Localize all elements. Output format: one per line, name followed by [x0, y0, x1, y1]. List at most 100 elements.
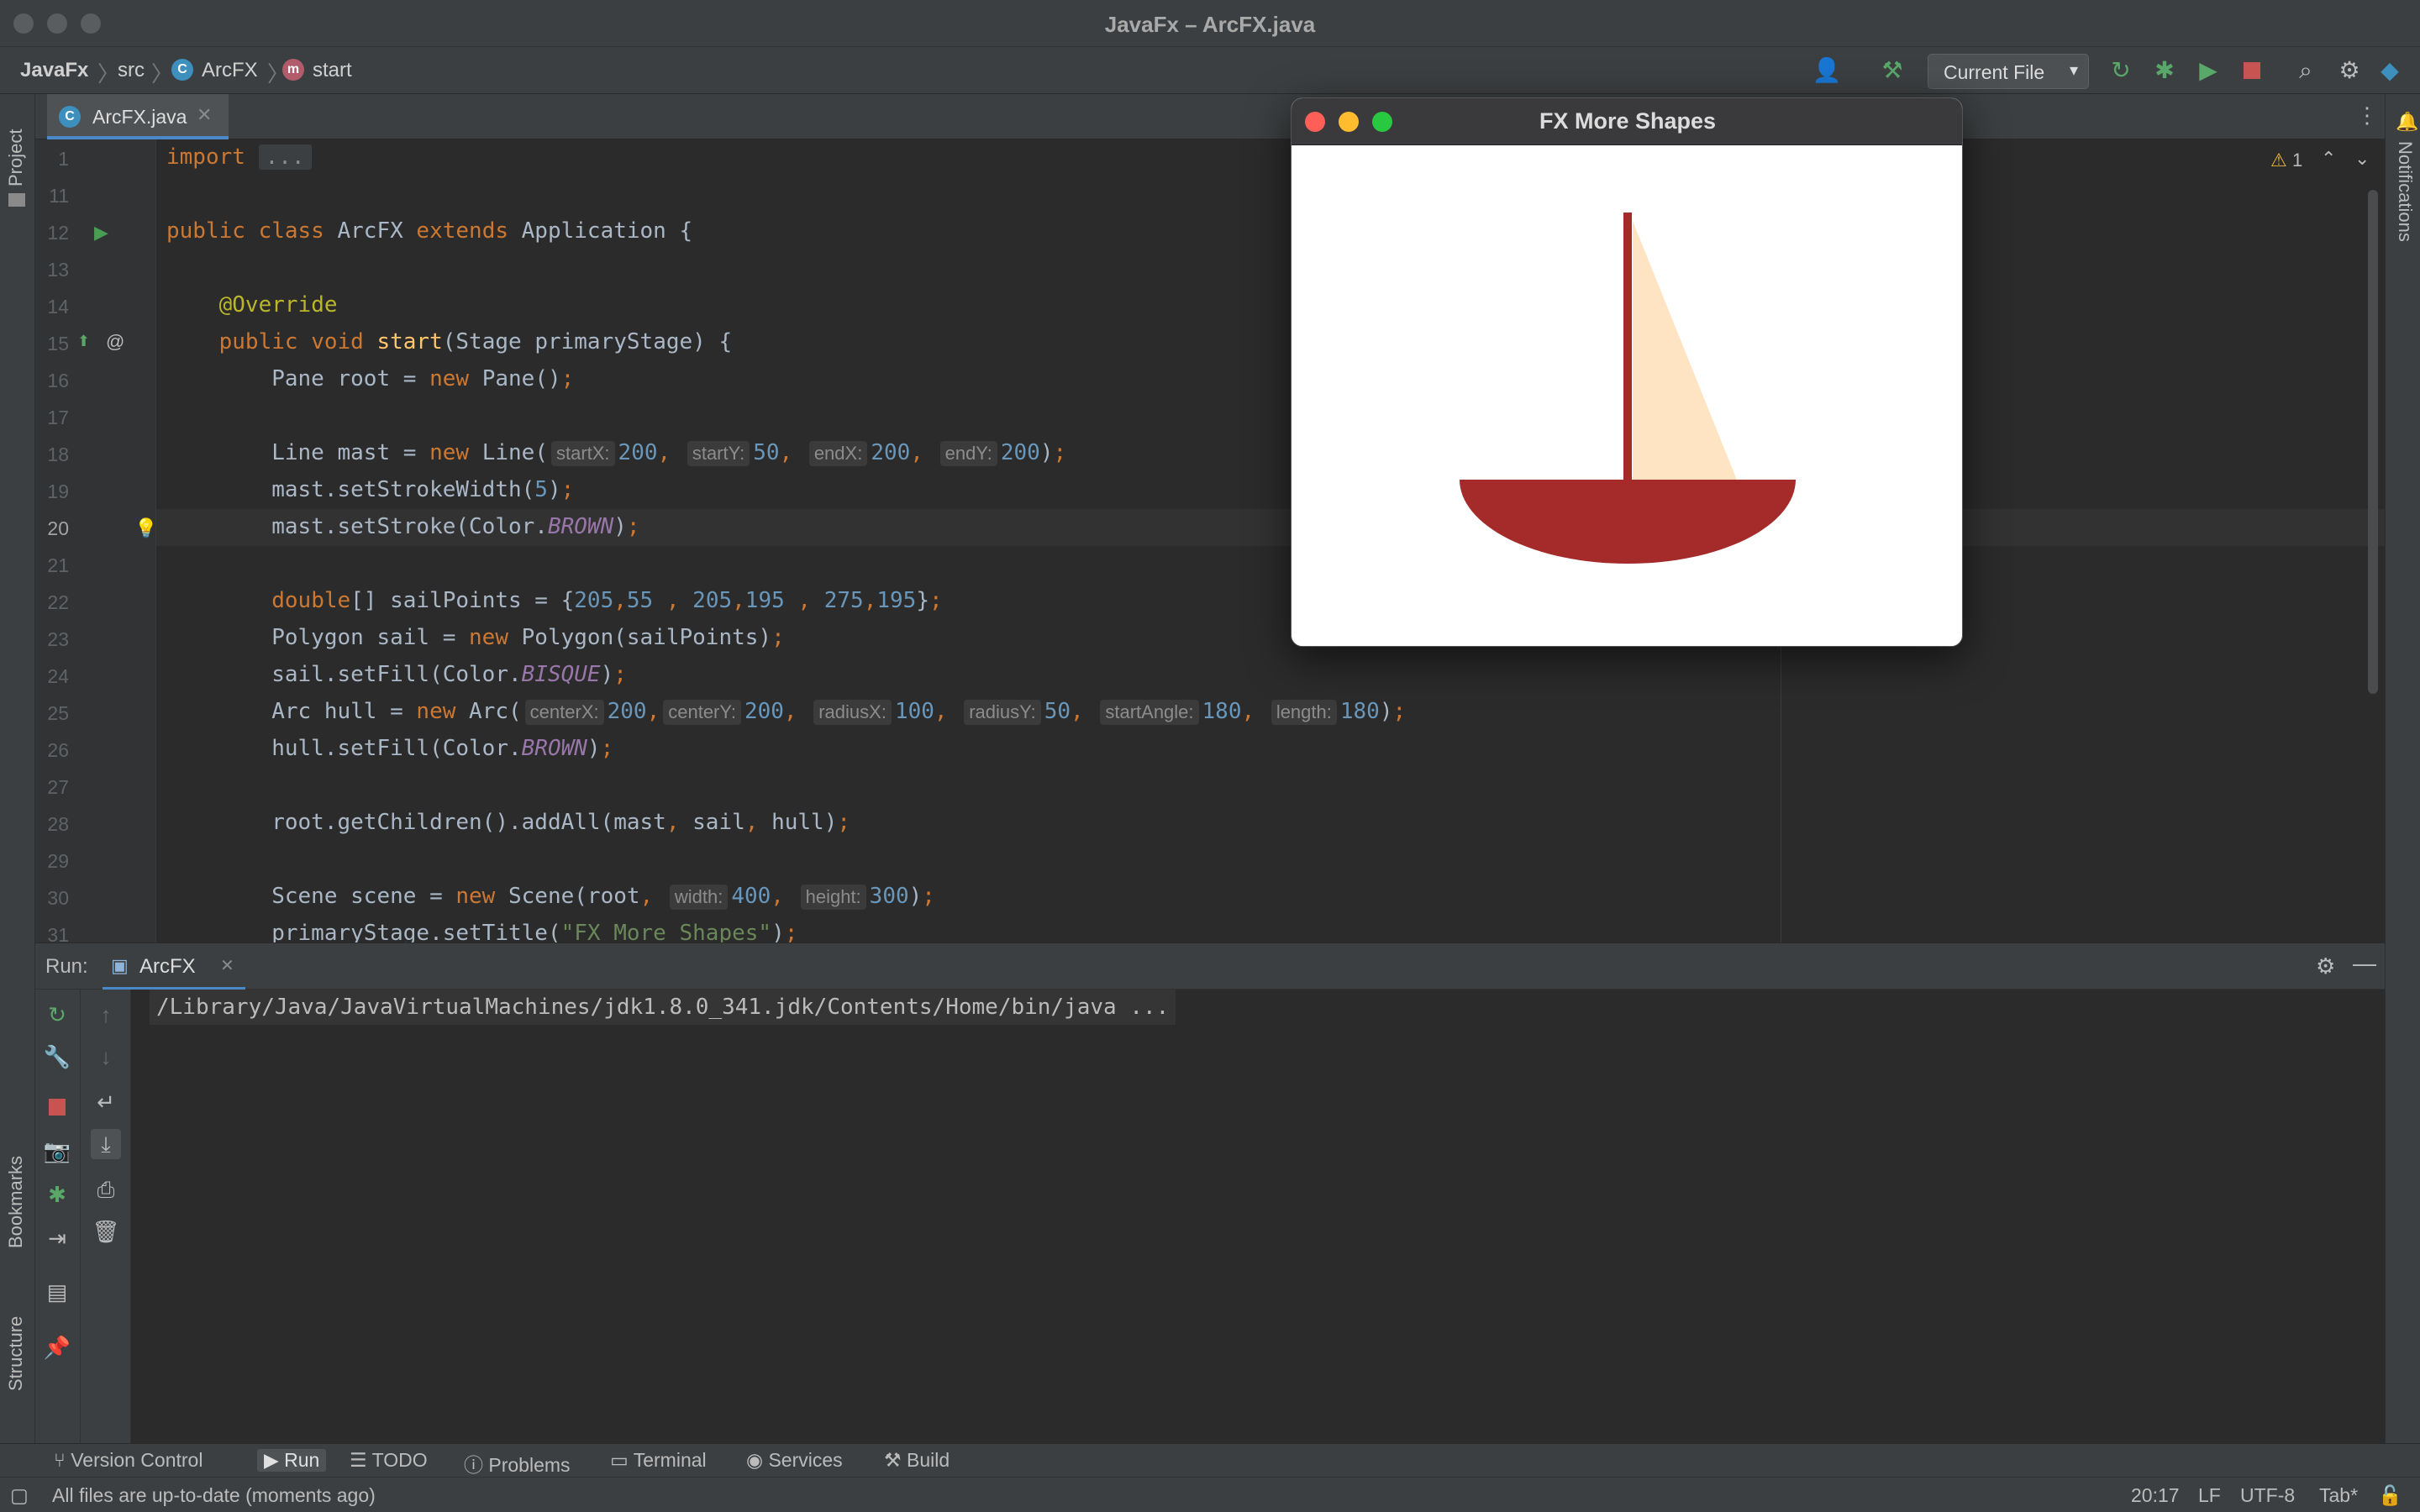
fx-app-window[interactable]: FX More Shapes — [1291, 97, 1963, 647]
line-number: 23 — [47, 628, 69, 650]
panel-toggle-icon[interactable]: ▢ — [10, 1484, 29, 1507]
warning-count[interactable]: 1 — [2292, 150, 2302, 171]
param-hint: startAngle: — [1100, 700, 1199, 725]
minimize-panel-icon[interactable]: — — [2353, 950, 2376, 977]
line-number: 14 — [47, 296, 69, 318]
editor-scrollbar[interactable] — [2368, 190, 2378, 694]
line-number: 30 — [47, 887, 69, 909]
warning-icon[interactable]: ⚠ — [2270, 150, 2287, 171]
line-number: 29 — [47, 850, 69, 872]
next-highlight-icon[interactable]: ⌄ — [2354, 148, 2370, 170]
folder-icon — [8, 193, 25, 207]
rerun-icon[interactable]: ↻ — [42, 1000, 72, 1030]
chevron-down-icon: ▾ — [2069, 61, 2078, 80]
gear-icon[interactable]: ⚙ — [2316, 953, 2335, 979]
terminal-tool-button[interactable]: ▭ Terminal — [610, 1449, 707, 1472]
stop-icon[interactable] — [42, 1092, 72, 1122]
param-hint: startY: — [687, 441, 750, 466]
trash-icon[interactable]: 🗑 — [91, 1216, 121, 1247]
bell-icon[interactable]: 🔔 — [2396, 111, 2418, 133]
run-configuration-label: Current File — [1944, 61, 2045, 83]
override-gutter-icon[interactable]: ⬆ — [77, 333, 90, 350]
run-tab-label: ArcFX — [139, 955, 196, 978]
fx-window-title-bar[interactable]: FX More Shapes — [1292, 98, 1962, 145]
more-options-icon[interactable]: ⋮ — [2356, 102, 2378, 129]
user-icon[interactable]: 👤 — [1812, 55, 1842, 86]
run-panel-body: ↻ 🔧 📷 ✱ ⇥ ▤ 📌 ↑ ↓ ↵ ⤓ ⎙ 🗑 /Library/Java/… — [35, 990, 2385, 1443]
breadcrumb-class[interactable]: ArcFX — [202, 59, 258, 82]
param-hint: radiusX: — [813, 700, 892, 725]
run-tab-arcfx[interactable]: ▣ ArcFX ✕ — [103, 943, 245, 990]
close-tab-icon[interactable]: ✕ — [220, 955, 234, 976]
line-number: 19 — [47, 480, 69, 502]
param-hint: endX: — [808, 441, 868, 466]
todo-tool-button[interactable]: ☰ TODO — [350, 1449, 428, 1472]
run-panel-label: Run: — [45, 955, 88, 978]
previous-highlight-icon[interactable]: ⌃ — [2321, 148, 2336, 170]
indent-setting[interactable]: Tab* — [2319, 1484, 2358, 1507]
services-tool-button[interactable]: ◉ Services — [746, 1449, 843, 1472]
build-hammer-icon[interactable]: ⚒ — [1877, 55, 1907, 86]
debug-icon[interactable]: ✱ — [2149, 55, 2180, 86]
rerun-icon[interactable]: ↻ — [2106, 55, 2136, 86]
file-encoding[interactable]: UTF-8 — [2240, 1484, 2295, 1507]
debug-icon[interactable]: ✱ — [42, 1179, 72, 1210]
sailboat-drawing — [1460, 213, 1796, 564]
sail-polygon — [1633, 221, 1754, 522]
print-icon[interactable]: ⎙ — [91, 1174, 121, 1205]
breadcrumb-method[interactable]: start — [313, 59, 352, 82]
breadcrumb-project[interactable]: JavaFx — [20, 59, 88, 82]
breadcrumb-folder[interactable]: src — [118, 59, 145, 82]
version-control-tool-button[interactable]: ⑂ Version Control — [54, 1449, 203, 1472]
line-number: 25 — [47, 702, 69, 724]
line-separator[interactable]: LF — [2198, 1484, 2221, 1507]
run-with-coverage-icon[interactable]: ▶ — [2193, 55, 2223, 86]
problems-tool-button[interactable]: ⓘ Problems — [464, 1449, 571, 1478]
caret-position[interactable]: 20:17 — [2131, 1484, 2180, 1507]
pin-icon[interactable]: 📌 — [42, 1332, 72, 1362]
wrench-icon[interactable]: 🔧 — [42, 1042, 72, 1072]
arrow-up-icon[interactable]: ↑ — [91, 1000, 121, 1030]
line-number: 20 — [47, 517, 69, 539]
run-tool-button[interactable]: ▶ Run — [257, 1449, 327, 1472]
run-configuration-select[interactable]: Current File ▾ — [1928, 54, 2089, 89]
line-number: 16 — [47, 370, 69, 391]
structure-tool-button[interactable]: Structure — [5, 1316, 27, 1391]
search-icon[interactable]: ⌕ — [2291, 55, 2321, 86]
run-gutter-icon[interactable]: ▶ — [94, 222, 108, 244]
project-tool-button[interactable]: Project — [5, 129, 27, 186]
login-icon[interactable]: ⇥ — [42, 1223, 72, 1253]
param-hint: length: — [1270, 700, 1337, 725]
bookmarks-tool-button[interactable]: Bookmarks — [5, 1156, 27, 1248]
version-control-label: Version Control — [71, 1449, 203, 1471]
gear-icon[interactable]: ⚙ — [2334, 55, 2365, 86]
line-number: 11 — [49, 185, 69, 207]
window-title: JavaFx – ArcFX.java — [1104, 12, 1316, 37]
class-icon: C — [171, 59, 193, 81]
status-message[interactable]: All files are up-to-date (moments ago) — [52, 1484, 376, 1507]
param-hint: endY: — [939, 441, 997, 466]
editor-gutter: 1 11 12 13 14 15 16 17 18 19 20 21 22 23… — [35, 139, 157, 942]
arrow-down-icon[interactable]: ↓ — [91, 1042, 121, 1072]
hull-arc — [1460, 480, 1796, 564]
build-label: Build — [907, 1449, 950, 1471]
stop-icon[interactable] — [2237, 55, 2267, 86]
lightbulb-icon[interactable]: 💡 — [134, 517, 157, 539]
build-tool-button[interactable]: ⚒ Build — [884, 1449, 950, 1472]
console-output-line[interactable]: /Library/Java/JavaVirtualMachines/jdk1.8… — [150, 990, 1176, 1025]
lock-icon[interactable]: 🔓 — [2378, 1484, 2402, 1507]
scroll-to-end-icon[interactable]: ⤓ — [91, 1129, 121, 1159]
tool-window-bar: ⑂ Version Control ▶ Run ☰ TODO ⓘ Problem… — [0, 1443, 2420, 1477]
camera-icon[interactable]: 📷 — [42, 1136, 72, 1166]
line-number: 12 — [47, 222, 69, 244]
fx-window-title: FX More Shapes — [1539, 108, 1717, 134]
line-number: 21 — [47, 554, 69, 576]
layout-icon[interactable]: ▤ — [42, 1277, 72, 1307]
close-tab-icon[interactable]: ✕ — [197, 104, 212, 126]
notifications-tool-button[interactable]: Notifications — [2394, 141, 2416, 242]
tab-arcfx-java[interactable]: C ArcFX.java ✕ — [47, 94, 229, 139]
jetbrains-toolbox-icon[interactable]: ◆ — [2375, 55, 2405, 86]
code-editor[interactable]: 1 11 12 13 14 15 16 17 18 19 20 21 22 23… — [35, 139, 2385, 942]
line-number: 24 — [47, 665, 69, 687]
soft-wrap-icon[interactable]: ↵ — [91, 1087, 121, 1117]
